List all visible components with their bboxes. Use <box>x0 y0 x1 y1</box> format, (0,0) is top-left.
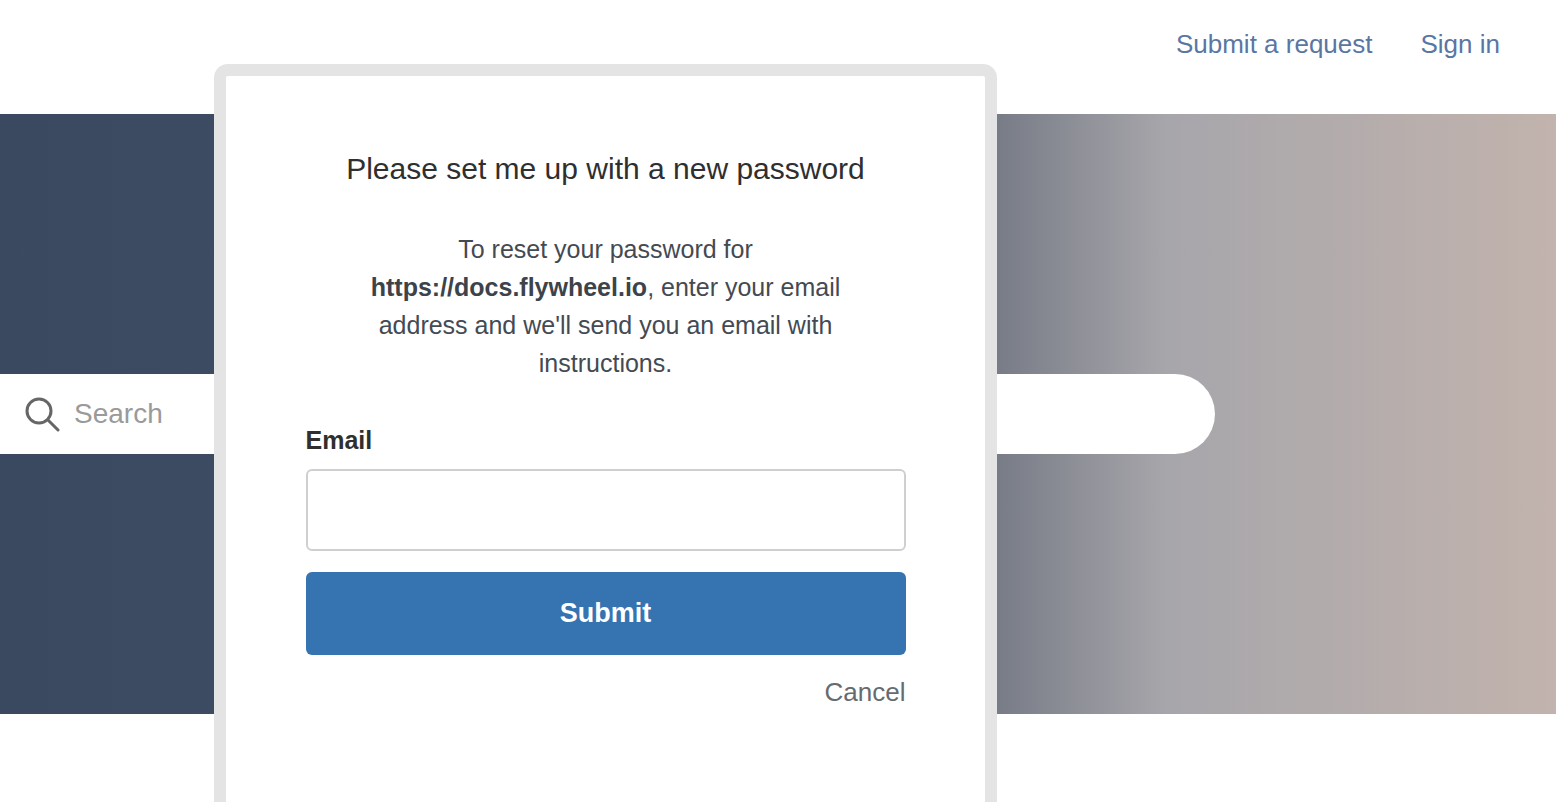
search-placeholder: Search <box>74 398 163 430</box>
site-url: https://docs.flywheel.io <box>371 273 647 301</box>
reset-form: Email Submit Cancel <box>306 426 906 708</box>
email-input[interactable] <box>306 469 906 551</box>
header-link[interactable]: Submit a request <box>1176 29 1373 60</box>
modal-description: To reset your password for https://docs.… <box>326 230 886 382</box>
header-link[interactable]: Sign in <box>1421 29 1501 60</box>
cancel-row: Cancel <box>306 677 906 708</box>
reset-password-modal: Please set me up with a new password To r… <box>214 64 997 802</box>
modal-title: Please set me up with a new password <box>346 152 865 186</box>
email-label: Email <box>306 426 906 455</box>
submit-button[interactable]: Submit <box>306 572 906 655</box>
search-icon <box>24 396 60 432</box>
page: Submit a request Sign in Search Please set … <box>0 0 1556 802</box>
cancel-link[interactable]: Cancel <box>825 677 906 708</box>
